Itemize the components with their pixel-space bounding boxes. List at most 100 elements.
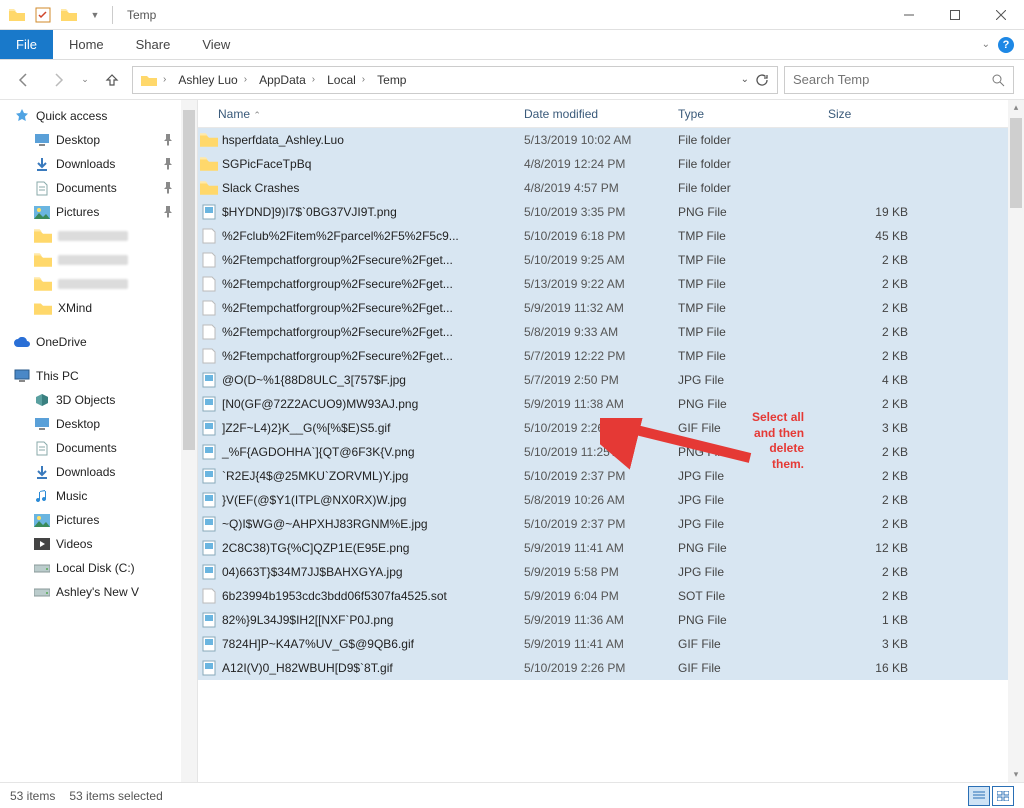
- sidebar-item-xmind[interactable]: XMind: [0, 296, 197, 320]
- sidebar-item-downloads[interactable]: Downloads: [0, 460, 197, 484]
- refresh-icon[interactable]: [755, 73, 769, 87]
- search-icon[interactable]: [991, 73, 1005, 87]
- search-box[interactable]: [784, 66, 1014, 94]
- sidebar-item-downloads[interactable]: Downloads: [0, 152, 197, 176]
- forward-button[interactable]: [44, 66, 72, 94]
- column-headers: Name ⌃ Date modified Type Size: [198, 100, 1024, 128]
- sidebar-item-redacted[interactable]: [0, 248, 197, 272]
- file-row[interactable]: A12I(V)0_H82WBUH[D9$`8T.gif5/10/2019 2:2…: [198, 656, 1024, 680]
- file-row[interactable]: }V(EF(@$Y1(ITPL@NX0RX)W.jpg5/8/2019 10:2…: [198, 488, 1024, 512]
- details-view-icon[interactable]: [968, 786, 990, 806]
- qat-dropdown-icon[interactable]: ▼: [84, 4, 106, 26]
- file-type: TMP File: [678, 349, 828, 363]
- folder-icon: [198, 133, 218, 147]
- properties-icon[interactable]: [32, 4, 54, 26]
- sidebar-item-3d-objects[interactable]: 3D Objects: [0, 388, 197, 412]
- sidebar-item-pictures[interactable]: Pictures: [0, 200, 197, 224]
- column-type[interactable]: Type: [678, 107, 828, 121]
- sidebar-item-pictures[interactable]: Pictures: [0, 508, 197, 532]
- file-date: 5/13/2019 10:02 AM: [524, 133, 678, 147]
- file-row[interactable]: %2Ftempchatforgroup%2Fsecure%2Fget...5/7…: [198, 344, 1024, 368]
- sidebar-item-local-disk-c-[interactable]: Local Disk (C:): [0, 556, 197, 580]
- close-button[interactable]: [978, 0, 1024, 30]
- file-name: }V(EF(@$Y1(ITPL@NX0RX)W.jpg: [218, 493, 524, 507]
- sidebar-item-documents[interactable]: Documents: [0, 436, 197, 460]
- desktop-icon: [34, 416, 50, 432]
- file-size: 1 KB: [828, 613, 918, 627]
- content-scrollbar[interactable]: ▴ ▾: [1008, 100, 1024, 782]
- file-row[interactable]: %2Ftempchatforgroup%2Fsecure%2Fget...5/1…: [198, 248, 1024, 272]
- up-button[interactable]: [98, 66, 126, 94]
- this-pc-node[interactable]: This PC: [0, 364, 197, 388]
- tab-share[interactable]: Share: [120, 30, 187, 59]
- sidebar-item-music[interactable]: Music: [0, 484, 197, 508]
- file-date: 5/10/2019 11:25 AM: [524, 445, 678, 459]
- file-tab[interactable]: File: [0, 30, 53, 59]
- file-row[interactable]: 7824H]P~K4A7%UV_G$@9QB6.gif5/9/2019 11:4…: [198, 632, 1024, 656]
- breadcrumb-item[interactable]: Ashley Luo›: [174, 67, 253, 93]
- file-row[interactable]: SGPicFaceTpBq4/8/2019 12:24 PMFile folde…: [198, 152, 1024, 176]
- sot-icon: [198, 588, 218, 604]
- file-row[interactable]: %2Ftempchatforgroup%2Fsecure%2Fget...5/9…: [198, 296, 1024, 320]
- breadcrumb-item[interactable]: AppData›: [255, 67, 321, 93]
- item-count: 53 items: [10, 789, 55, 803]
- ribbon-collapse-icon[interactable]: ⌄: [982, 39, 990, 50]
- file-date: 5/9/2019 11:41 AM: [524, 637, 678, 651]
- sidebar-item-desktop[interactable]: Desktop: [0, 412, 197, 436]
- address-dropdown-icon[interactable]: ⌄: [741, 74, 749, 85]
- file-name: %2Ftempchatforgroup%2Fsecure%2Fget...: [218, 301, 524, 315]
- sidebar-item-redacted[interactable]: [0, 272, 197, 296]
- breadcrumb-item[interactable]: Local›: [323, 67, 371, 93]
- file-row[interactable]: 6b23994b1953cdc3bdd06f5307fa4525.sot5/9/…: [198, 584, 1024, 608]
- folder-icon: [34, 277, 52, 291]
- file-row[interactable]: ~Q)I$WG@~AHPXHJ83RGNM%E.jpg5/10/2019 2:3…: [198, 512, 1024, 536]
- file-row[interactable]: %2Ftempchatforgroup%2Fsecure%2Fget...5/1…: [198, 272, 1024, 296]
- file-row[interactable]: @O(D~%1{88D8ULC_3[757$F.jpg5/7/2019 2:50…: [198, 368, 1024, 392]
- tab-home[interactable]: Home: [53, 30, 120, 59]
- column-size[interactable]: Size: [828, 107, 1008, 121]
- file-list[interactable]: hsperfdata_Ashley.Luo5/13/2019 10:02 AMF…: [198, 128, 1024, 782]
- tab-view[interactable]: View: [186, 30, 246, 59]
- onedrive-node[interactable]: OneDrive: [0, 330, 197, 354]
- file-row[interactable]: 04)663T}$34M7JJ$BAHXGYA.jpg5/9/2019 5:58…: [198, 560, 1024, 584]
- folder-icon: [34, 229, 52, 243]
- tree-label: This PC: [36, 369, 79, 383]
- large-icons-view-icon[interactable]: [992, 786, 1014, 806]
- breadcrumb-item[interactable]: Temp: [373, 67, 410, 93]
- file-row[interactable]: %2Fclub%2Fitem%2Fparcel%2F5%2F5c9...5/10…: [198, 224, 1024, 248]
- file-row[interactable]: ]Z2F~L4)2}K__G(%[%$E)S5.gif5/10/2019 2:2…: [198, 416, 1024, 440]
- file-row[interactable]: hsperfdata_Ashley.Luo5/13/2019 10:02 AMF…: [198, 128, 1024, 152]
- sidebar-item-documents[interactable]: Documents: [0, 176, 197, 200]
- sidebar-item-videos[interactable]: Videos: [0, 532, 197, 556]
- quick-access-node[interactable]: Quick access: [0, 104, 197, 128]
- file-row[interactable]: [N0(GF@72Z2ACUO9)MW93AJ.png5/9/2019 11:3…: [198, 392, 1024, 416]
- breadcrumb-root-icon[interactable]: ›: [137, 67, 172, 93]
- search-input[interactable]: [793, 72, 991, 87]
- column-name[interactable]: Name ⌃: [198, 107, 524, 121]
- back-button[interactable]: [10, 66, 38, 94]
- file-row[interactable]: `R2EJ{4$@25MKU`ZORVML)Y.jpg5/10/2019 2:3…: [198, 464, 1024, 488]
- file-row[interactable]: 2C8C38)TG{%C]QZP1E(E95E.png5/9/2019 11:4…: [198, 536, 1024, 560]
- file-row[interactable]: $HYDND]9)I7$`0BG37VJI9T.png5/10/2019 3:3…: [198, 200, 1024, 224]
- column-date[interactable]: Date modified: [524, 107, 678, 121]
- tree-label: Quick access: [36, 109, 107, 123]
- file-list-pane: Name ⌃ Date modified Type Size hsperfdat…: [198, 100, 1024, 782]
- recent-dropdown-icon[interactable]: ⌄: [78, 66, 92, 94]
- file-row[interactable]: Slack Crashes4/8/2019 4:57 PMFile folder: [198, 176, 1024, 200]
- help-icon[interactable]: ?: [998, 37, 1014, 53]
- file-row[interactable]: 82%}9L34J9$IH2[[NXF`P0J.png5/9/2019 11:3…: [198, 608, 1024, 632]
- address-bar[interactable]: › Ashley Luo› AppData› Local› Temp ⌄: [132, 66, 778, 94]
- file-row[interactable]: %2Ftempchatforgroup%2Fsecure%2Fget...5/8…: [198, 320, 1024, 344]
- sidebar-item-redacted[interactable]: [0, 224, 197, 248]
- png-icon: [198, 444, 218, 460]
- sidebar-item-desktop[interactable]: Desktop: [0, 128, 197, 152]
- tree-label: Music: [56, 489, 87, 503]
- sidebar-item-ashley-s-new-v[interactable]: Ashley's New V: [0, 580, 197, 604]
- file-date: 5/10/2019 2:26 PM: [524, 661, 678, 675]
- maximize-button[interactable]: [932, 0, 978, 30]
- png-icon: [198, 612, 218, 628]
- minimize-button[interactable]: [886, 0, 932, 30]
- jpg-icon: [198, 492, 218, 508]
- file-row[interactable]: _%F{AGDOHHA`]{QT@6F3K{V.png5/10/2019 11:…: [198, 440, 1024, 464]
- sidebar-scrollbar[interactable]: [181, 100, 197, 782]
